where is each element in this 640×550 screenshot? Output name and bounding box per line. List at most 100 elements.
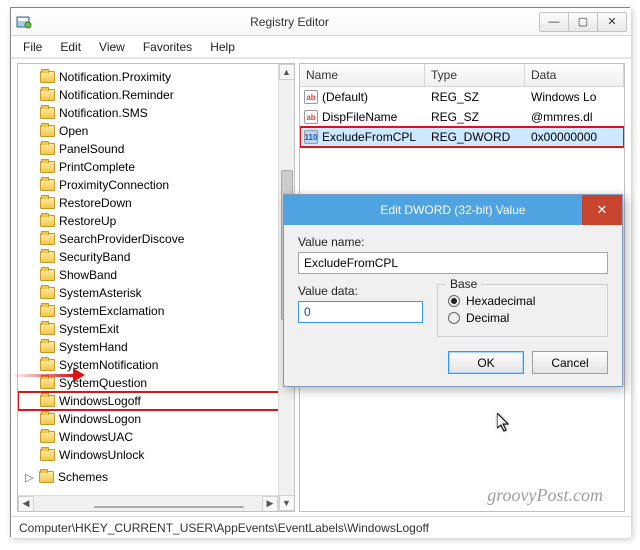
tree-item[interactable]: SystemHand: [18, 338, 294, 356]
folder-icon: [40, 215, 55, 227]
folder-icon: [40, 431, 55, 443]
base-legend: Base: [446, 277, 481, 291]
menu-view[interactable]: View: [91, 38, 133, 56]
menu-edit[interactable]: Edit: [52, 38, 89, 56]
value-type: REG_SZ: [425, 90, 525, 104]
scroll-up-button[interactable]: ▲: [279, 64, 295, 80]
tree-label: Notification.Reminder: [59, 88, 174, 102]
radio-decimal[interactable]: Decimal: [448, 311, 597, 325]
column-headers[interactable]: Name Type Data: [300, 64, 624, 87]
value-data: Windows Lo: [525, 90, 624, 104]
folder-icon: [40, 269, 55, 281]
tree-label: WindowsUnlock: [59, 448, 144, 462]
minimize-button[interactable]: —: [539, 12, 569, 32]
tree-label: SystemExit: [59, 322, 119, 336]
tree-item[interactable]: WindowsLogoff: [18, 392, 294, 410]
tree-label: SearchProviderDiscove: [59, 232, 184, 246]
tree-item[interactable]: Notification.Proximity: [18, 68, 294, 86]
folder-icon: [40, 143, 55, 155]
tree-item[interactable]: SystemQuestion: [18, 374, 294, 392]
dialog-title: Edit DWORD (32-bit) Value: [292, 203, 614, 217]
tree-item[interactable]: ProximityConnection: [18, 176, 294, 194]
value-icon: 110: [304, 130, 318, 144]
tree-label: Notification.Proximity: [59, 70, 171, 84]
tree-item[interactable]: RestoreUp: [18, 212, 294, 230]
scroll-thumb-h[interactable]: [94, 506, 244, 508]
folder-icon: [40, 161, 55, 173]
edit-dword-dialog[interactable]: Edit DWORD (32-bit) Value ✕ Value name: …: [283, 194, 623, 387]
col-name[interactable]: Name: [300, 64, 425, 86]
tree-item[interactable]: Notification.Reminder: [18, 86, 294, 104]
tree-item[interactable]: RestoreDown: [18, 194, 294, 212]
tree-item[interactable]: PanelSound: [18, 140, 294, 158]
value-type: REG_SZ: [425, 110, 525, 124]
folder-icon: [39, 471, 54, 483]
titlebar[interactable]: Registry Editor — ▢ ✕: [11, 8, 631, 36]
col-type[interactable]: Type: [425, 64, 525, 86]
tree-item[interactable]: WindowsLogon: [18, 410, 294, 428]
tree-label: WindowsUAC: [59, 430, 133, 444]
cancel-button[interactable]: Cancel: [532, 351, 608, 374]
tree-item[interactable]: SecurityBand: [18, 248, 294, 266]
dialog-close-button[interactable]: ✕: [582, 195, 622, 225]
tree-item[interactable]: SystemAsterisk: [18, 284, 294, 302]
scroll-down-button[interactable]: ▼: [279, 495, 295, 511]
app-icon: [15, 13, 33, 31]
radio-hex-label: Hexadecimal: [466, 294, 535, 308]
tree-pane[interactable]: Notification.Proximity Notification.Remin…: [17, 63, 295, 512]
tree-item[interactable]: PrintComplete: [18, 158, 294, 176]
radio-dot-icon: [448, 295, 460, 307]
scroll-right-button[interactable]: ▶: [262, 496, 278, 512]
window-controls: — ▢ ✕: [540, 12, 627, 32]
expand-icon[interactable]: ▷: [24, 471, 35, 484]
menu-file[interactable]: File: [15, 38, 50, 56]
value-row[interactable]: 110ExcludeFromCPLREG_DWORD0x00000000: [300, 127, 624, 147]
value-data-input[interactable]: [298, 301, 423, 323]
tree-item[interactable]: WindowsUAC: [18, 428, 294, 446]
statusbar: Computer\HKEY_CURRENT_USER\AppEvents\Eve…: [11, 516, 631, 538]
tree-label: SystemNotification: [59, 358, 158, 372]
tree-label: Schemes: [58, 470, 108, 484]
dialog-titlebar[interactable]: Edit DWORD (32-bit) Value ✕: [284, 195, 622, 225]
base-fieldset: Base Hexadecimal Decimal: [437, 284, 608, 337]
tree-label: PanelSound: [59, 142, 124, 156]
radio-hexadecimal[interactable]: Hexadecimal: [448, 294, 597, 308]
close-button[interactable]: ✕: [597, 12, 627, 32]
value-name-input[interactable]: [298, 252, 608, 274]
tree-item[interactable]: Notification.SMS: [18, 104, 294, 122]
value-icon: ab: [304, 90, 318, 104]
value-name: DispFileName: [322, 110, 397, 124]
folder-icon: [40, 359, 55, 371]
tree-item[interactable]: SystemExclamation: [18, 302, 294, 320]
folder-icon: [40, 197, 55, 209]
value-data: 0x00000000: [525, 130, 624, 144]
scroll-left-button[interactable]: ◀: [18, 496, 34, 512]
tree-label: RestoreDown: [59, 196, 132, 210]
tree-item[interactable]: WindowsUnlock: [18, 446, 294, 464]
statusbar-path: Computer\HKEY_CURRENT_USER\AppEvents\Eve…: [19, 521, 429, 535]
value-row[interactable]: ab(Default)REG_SZWindows Lo: [300, 87, 624, 107]
maximize-button[interactable]: ▢: [568, 12, 598, 32]
window-title: Registry Editor: [39, 15, 540, 29]
tree-scrollbar-horizontal[interactable]: ◀ ▶: [18, 495, 278, 511]
value-icon: ab: [304, 110, 318, 124]
folder-icon: [40, 449, 55, 461]
tree-item[interactable]: ShowBand: [18, 266, 294, 284]
tree-label: ShowBand: [59, 268, 117, 282]
folder-icon: [40, 233, 55, 245]
folder-icon: [40, 287, 55, 299]
value-row[interactable]: abDispFileNameREG_SZ@mmres.dl: [300, 107, 624, 127]
tree-label: WindowsLogoff: [59, 394, 141, 408]
folder-icon: [40, 107, 55, 119]
tree-item[interactable]: SystemNotification: [18, 356, 294, 374]
tree-label: ProximityConnection: [59, 178, 169, 192]
menubar: File Edit View Favorites Help: [11, 36, 631, 58]
tree-item[interactable]: SystemExit: [18, 320, 294, 338]
col-data[interactable]: Data: [525, 64, 624, 86]
menu-favorites[interactable]: Favorites: [135, 38, 200, 56]
menu-help[interactable]: Help: [202, 38, 243, 56]
ok-button[interactable]: OK: [448, 351, 524, 374]
tree-item[interactable]: SearchProviderDiscove: [18, 230, 294, 248]
tree-item-schemes[interactable]: ▷ Schemes: [18, 468, 294, 486]
tree-item[interactable]: Open: [18, 122, 294, 140]
